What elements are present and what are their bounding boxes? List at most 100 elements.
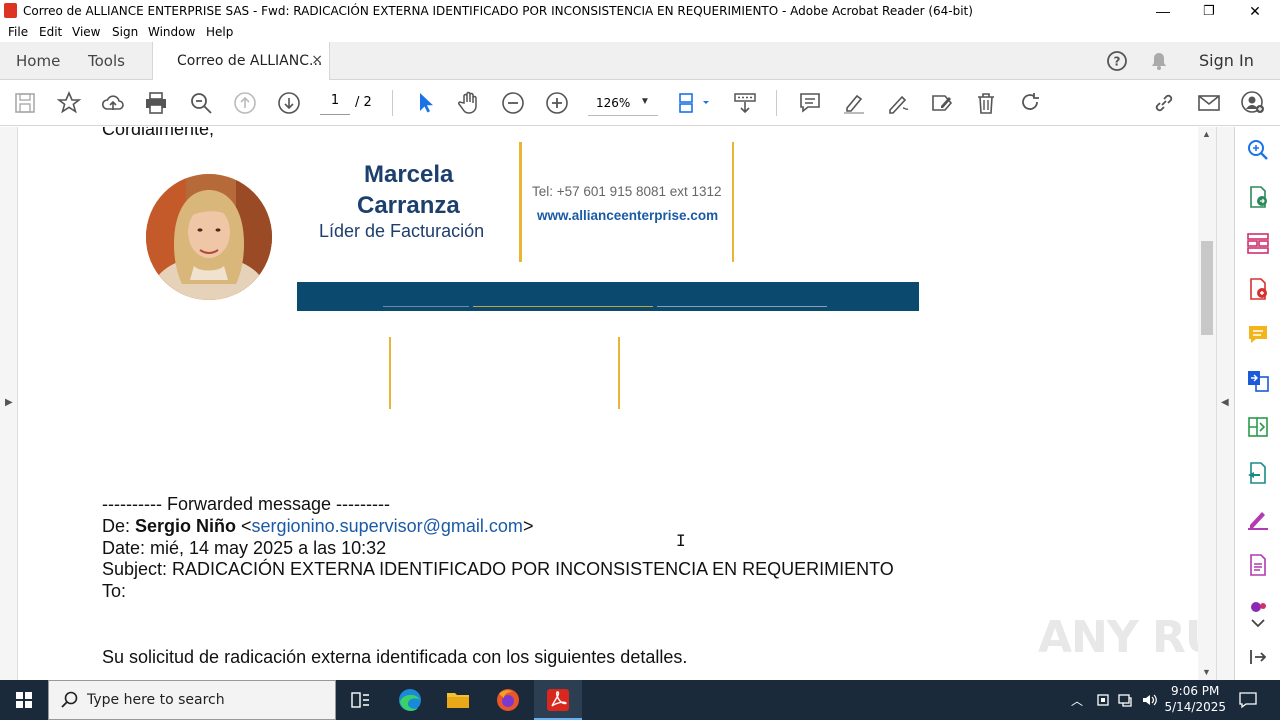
chevron-down-icon[interactable] <box>1246 611 1270 635</box>
avatar <box>146 174 272 300</box>
title-bar: Correo de ALLIANCE ENTERPRISE SAS - Fwd:… <box>0 0 1280 22</box>
scroll-up-icon[interactable]: ▲ <box>1202 129 1211 139</box>
zoom-in-icon[interactable] <box>544 90 570 116</box>
signature-website-link[interactable]: www.allianceenterprise.com <box>537 208 718 223</box>
next-page-icon[interactable] <box>276 90 302 116</box>
more-tools-doc-icon[interactable] <box>1246 553 1270 577</box>
print-icon[interactable] <box>143 90 169 116</box>
edit-sign-icon[interactable] <box>929 90 955 116</box>
body-text: Su solicitud de radicación externa ident… <box>102 647 688 667</box>
export-pdf-icon[interactable] <box>1246 185 1270 209</box>
menu-sign[interactable]: Sign <box>112 25 138 39</box>
taskbar-clock[interactable]: 9:06 PM 5/14/2025 <box>1164 683 1226 715</box>
page-number-input[interactable]: 1 <box>320 93 350 115</box>
file-explorer-icon[interactable] <box>434 680 482 720</box>
notification-bell-icon[interactable] <box>1148 50 1170 72</box>
windows-start-button[interactable] <box>0 680 48 720</box>
volume-icon[interactable] <box>1141 691 1159 714</box>
left-panel-toggle[interactable]: ▶ <box>0 127 18 680</box>
menu-help[interactable]: Help <box>206 25 233 39</box>
tab-tools[interactable]: Tools <box>88 52 125 70</box>
clock-time: 9:06 PM <box>1171 684 1220 698</box>
toolbar-divider <box>392 90 393 116</box>
zoom-value: 126% <box>596 96 631 110</box>
email-envelope-icon[interactable] <box>1196 90 1222 116</box>
collapse-panel-icon[interactable] <box>1246 645 1270 669</box>
to-line: To: <box>102 581 127 601</box>
highlight-pen-icon[interactable] <box>841 90 867 116</box>
close-tab-icon[interactable]: × <box>311 52 323 68</box>
menu-window[interactable]: Window <box>148 25 195 39</box>
save-icon[interactable] <box>12 90 38 116</box>
menu-file[interactable]: File <box>8 25 28 39</box>
hand-tool-icon[interactable] <box>456 90 482 116</box>
zoom-search-icon[interactable] <box>188 90 214 116</box>
from-name: Sergio Niño <box>135 516 237 536</box>
vertical-scrollbar[interactable]: ▲ ▼ <box>1198 127 1216 680</box>
account-add-user-icon[interactable] <box>1240 90 1266 116</box>
scroll-down-icon[interactable]: ▼ <box>1202 667 1211 677</box>
notification-center-icon[interactable] <box>1238 690 1258 715</box>
scrollbar-thumb[interactable] <box>1201 241 1213 335</box>
fill-sign-icon[interactable] <box>1246 507 1270 531</box>
organize-pages-icon[interactable] <box>1246 231 1270 255</box>
upload-cloud-icon[interactable] <box>100 90 126 116</box>
signature-divider <box>618 337 620 409</box>
tab-home[interactable]: Home <box>16 52 60 70</box>
document-viewport[interactable]: ▶ Cordialmente, Marcela Carranza Líder d… <box>0 127 1234 680</box>
from-bracket-open: < <box>236 516 252 536</box>
from-email-link[interactable]: sergionino.supervisor@gmail.com <box>252 516 523 536</box>
scroll-mode-icon[interactable] <box>732 90 758 116</box>
comment-tool-icon[interactable] <box>1246 323 1270 347</box>
comment-icon[interactable] <box>797 90 823 116</box>
taskbar-search-box[interactable]: Type here to search <box>48 680 336 720</box>
previous-page-icon[interactable] <box>232 90 258 116</box>
signature-name-last: Carranza <box>357 192 460 219</box>
chevron-up-icon[interactable]: ︿ <box>1071 692 1083 709</box>
draw-freehand-icon[interactable] <box>885 90 911 116</box>
sign-in-button[interactable]: Sign In <box>1199 51 1254 70</box>
delete-trash-icon[interactable] <box>973 90 999 116</box>
menu-view[interactable]: View <box>72 25 100 39</box>
zoom-dropdown[interactable]: 126% ▼ <box>588 92 658 116</box>
signature-phone: Tel: +57 601 915 8081 ext 1312 <box>532 184 722 199</box>
svg-text:?: ? <box>1114 55 1121 69</box>
acrobat-taskbar-icon[interactable] <box>534 680 582 720</box>
close-button[interactable]: ✕ <box>1232 0 1278 22</box>
zoom-out-icon[interactable] <box>500 90 526 116</box>
signature-role: Líder de Facturación <box>319 221 485 241</box>
menu-bar: File Edit View Sign Window Help <box>0 22 1280 42</box>
select-cursor-icon[interactable] <box>412 90 438 116</box>
minimize-button[interactable]: — <box>1140 0 1186 22</box>
search-zoom-icon[interactable] <box>1246 138 1270 162</box>
signature-divider <box>732 142 734 262</box>
page-view-icon[interactable] <box>676 90 712 116</box>
tab-document[interactable]: Correo de ALLIANC... × <box>152 42 330 80</box>
share-link-icon[interactable] <box>1151 90 1177 116</box>
pdf-page: Cordialmente, Marcela Carranza Líder de … <box>18 127 1234 680</box>
right-panel-toggle[interactable]: ◀ <box>1216 127 1234 680</box>
expand-left-panel-icon[interactable]: ▶ <box>5 397 13 408</box>
signature-banner <box>297 282 919 311</box>
signature-divider <box>389 337 391 409</box>
tab-document-label: Correo de ALLIANC... <box>177 53 323 69</box>
collapse-right-panel-icon[interactable]: ◀ <box>1221 397 1229 408</box>
from-bracket-close: > <box>522 516 534 536</box>
combine-files-icon[interactable] <box>1246 369 1270 393</box>
acrobat-app-icon <box>4 3 17 18</box>
create-pdf-icon[interactable] <box>1246 277 1270 301</box>
edge-browser-icon[interactable] <box>386 680 434 720</box>
network-device-icon[interactable] <box>1094 691 1112 714</box>
bookmark-star-icon[interactable] <box>56 90 82 116</box>
signature-name-first: Marcela <box>364 161 454 188</box>
firefox-browser-icon[interactable] <box>484 680 532 720</box>
network-icon[interactable] <box>1117 691 1135 714</box>
maximize-button[interactable]: ❐ <box>1186 0 1232 22</box>
help-icon[interactable]: ? <box>1106 50 1128 72</box>
task-view-icon[interactable] <box>336 680 384 720</box>
menu-edit[interactable]: Edit <box>39 25 62 39</box>
compress-pdf-icon[interactable] <box>1246 415 1270 439</box>
rotate-redo-icon[interactable] <box>1017 90 1043 116</box>
send-for-review-icon[interactable] <box>1246 461 1270 485</box>
from-line: De: Sergio Niño <sergionino.supervisor@g… <box>102 516 533 537</box>
